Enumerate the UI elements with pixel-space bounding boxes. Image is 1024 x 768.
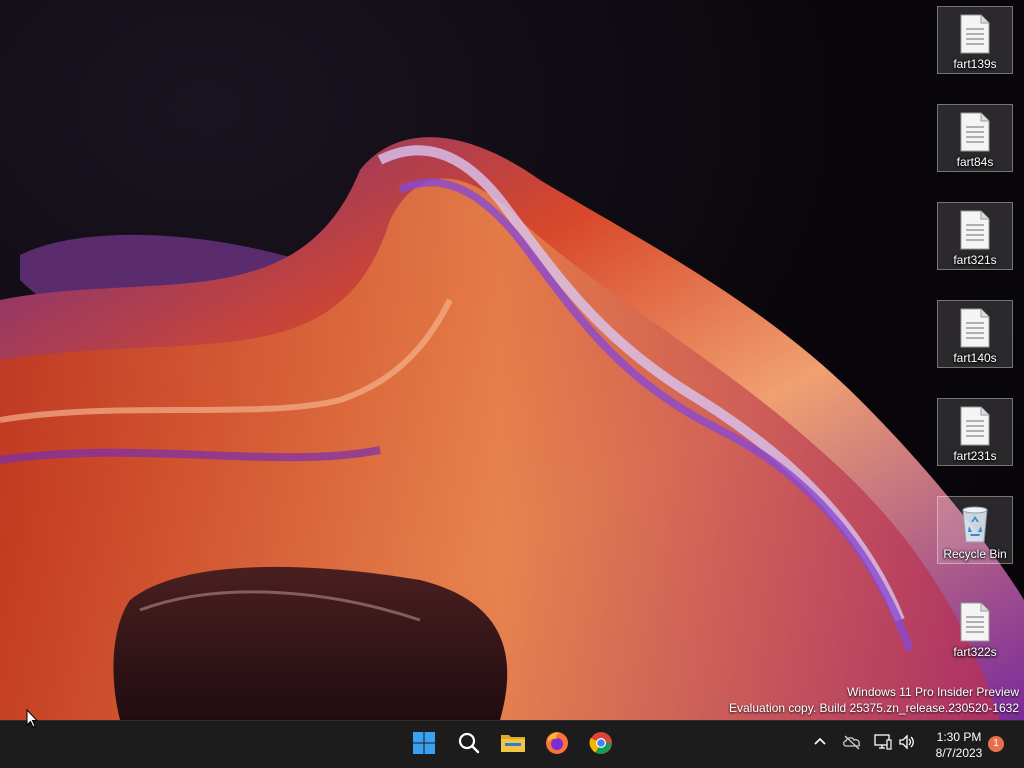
onedrive-tray-button[interactable] — [841, 733, 863, 755]
firefox-icon — [545, 731, 569, 760]
evaluation-watermark: Windows 11 Pro Insider Preview Evaluatio… — [729, 684, 1019, 716]
desktop-icon-label: Recycle Bin — [943, 547, 1007, 561]
desktop-wallpaper — [0, 0, 1024, 720]
file-explorer-button[interactable] — [495, 727, 531, 763]
network-tray-button[interactable] — [872, 733, 894, 755]
desktop-icon-fart140s[interactable]: fart140s — [937, 300, 1013, 368]
mouse-cursor-icon — [26, 708, 39, 733]
desktop-icon-label: fart84s — [956, 155, 994, 169]
chrome-icon — [589, 731, 613, 760]
firefox-button[interactable] — [539, 727, 575, 763]
network-icon — [874, 733, 892, 755]
desktop-icon-fart321s[interactable]: fart321s — [937, 202, 1013, 270]
desktop-icon-label: fart140s — [953, 351, 997, 365]
clock-time: 1:30 PM — [936, 730, 982, 744]
desktop-icon-label: fart139s — [953, 57, 997, 71]
desktop-icon-label: fart321s — [953, 253, 997, 267]
desktop-icon-label: fart322s — [953, 645, 997, 659]
notification-badge[interactable]: 1 — [988, 736, 1004, 752]
volume-icon — [898, 733, 916, 755]
start-icon — [412, 731, 436, 760]
taskbar: 1:30 PM 8/7/2023 1 — [0, 720, 1024, 768]
desktop-icon-label: fart231s — [953, 449, 997, 463]
show-hidden-icons-button[interactable] — [809, 733, 831, 755]
search-button[interactable] — [451, 727, 487, 763]
text-file-icon — [958, 110, 992, 154]
desktop-icon-fart322s[interactable]: fart322s — [937, 594, 1013, 662]
watermark-line-2: Evaluation copy. Build 25375.zn_release.… — [729, 701, 1019, 715]
taskbar-clock[interactable]: 1:30 PM 8/7/2023 — [924, 729, 994, 761]
desktop-icon-fart139s[interactable]: fart139s — [937, 6, 1013, 74]
chrome-button[interactable] — [583, 727, 619, 763]
text-file-icon — [958, 12, 992, 56]
recycle-bin-icon — [958, 502, 992, 546]
text-file-icon — [958, 404, 992, 448]
clock-date: 8/7/2023 — [935, 746, 983, 760]
desktop-icon-recycle-bin[interactable]: Recycle Bin — [937, 496, 1013, 564]
volume-tray-button[interactable] — [896, 733, 918, 755]
text-file-icon — [958, 600, 992, 644]
onedrive-icon — [842, 734, 862, 755]
desktop-icon-fart231s[interactable]: fart231s — [937, 398, 1013, 466]
chevron-up-icon — [813, 735, 827, 754]
start-button[interactable] — [406, 727, 442, 763]
desktop-icon-fart84s[interactable]: fart84s — [937, 104, 1013, 172]
text-file-icon — [958, 306, 992, 350]
search-icon — [457, 731, 481, 760]
file-explorer-icon — [500, 732, 526, 759]
text-file-icon — [958, 208, 992, 252]
watermark-line-1: Windows 11 Pro Insider Preview — [847, 685, 1019, 699]
